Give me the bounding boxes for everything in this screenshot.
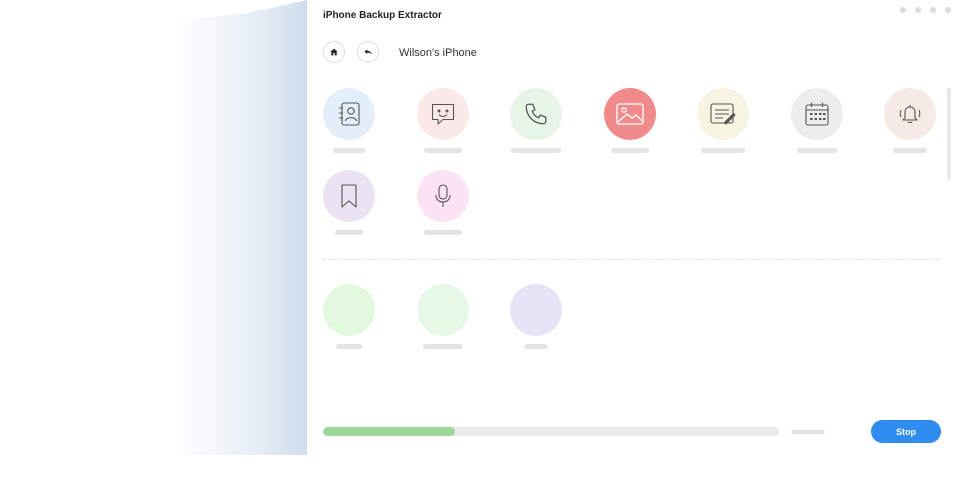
back-button[interactable] [357,41,379,63]
phone-icon [525,103,547,125]
section-divider [323,259,939,260]
app-window: iPhone Backup Extractor Wilson's iPhone [307,0,963,455]
progress-fill [323,427,456,436]
category-photos[interactable] [590,88,670,153]
app-title: iPhone Backup Extractor [323,10,442,21]
category-label-placeholder [333,148,365,153]
category-voice-memos[interactable] [403,170,483,235]
window-control-dot[interactable] [945,7,951,13]
photos-icon [616,103,644,125]
category-icon-bg [417,88,469,140]
bookmarks-icon [341,184,357,208]
category-reminders[interactable] [870,88,950,153]
progress-bar [323,427,779,436]
contacts-icon [339,102,360,126]
category-icon-bg [697,88,749,140]
category-icon-bg [323,88,375,140]
category-label-placeholder [611,148,649,153]
category-icon-bg [604,88,656,140]
category-label-placeholder [336,344,362,349]
category-messages[interactable] [403,88,483,153]
category-icon-bg [510,88,562,140]
device-name: Wilson's iPhone [399,47,477,59]
category-icon-bg [510,284,562,336]
background-panel [0,0,307,455]
messages-icon [431,103,455,125]
category-label-placeholder [524,344,548,349]
app-category[interactable] [403,284,483,349]
window-control-dot[interactable] [915,7,921,13]
category-icon-bg [791,88,843,140]
notes-icon [710,103,736,125]
category-notes[interactable] [683,88,763,153]
category-label-placeholder [893,148,927,153]
voice-memos-icon [435,184,451,207]
back-arrow-icon [364,49,372,55]
category-icon-bg [417,284,469,336]
home-icon [330,48,338,56]
progress-text-placeholder [791,430,825,434]
app-category[interactable] [496,284,576,349]
category-label-placeholder [424,148,462,153]
category-icon-bg [884,88,936,140]
app-category[interactable] [309,284,389,349]
scrollbar[interactable] [947,88,951,180]
category-bookmarks[interactable] [309,170,389,235]
window-control-dot[interactable] [930,7,936,13]
category-label-placeholder [424,230,462,235]
category-contacts[interactable] [309,88,389,153]
category-icon-bg [417,170,469,222]
category-calendar[interactable] [777,88,857,153]
category-label-placeholder [797,148,837,153]
window-control-dot[interactable] [900,7,906,13]
category-label-placeholder [335,230,363,235]
window-controls [900,7,951,13]
category-label-placeholder [701,148,745,153]
home-button[interactable] [323,41,345,63]
category-icon-bg [323,170,375,222]
category-icon-bg [323,284,375,336]
category-label-placeholder [423,344,463,349]
category-label-placeholder [511,148,561,153]
category-phone[interactable] [496,88,576,153]
reminders-icon [899,105,921,124]
calendar-icon [805,102,829,126]
stop-button[interactable]: Stop [871,420,941,443]
